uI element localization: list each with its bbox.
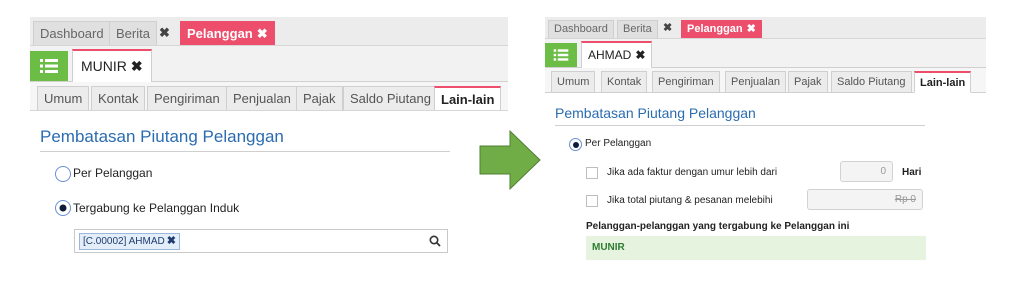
tab-content: Pembatasan Piutang Pelanggan Per Pelangg… (545, 93, 986, 262)
search-icon[interactable] (429, 235, 441, 247)
tab-label: Dashboard (40, 26, 104, 41)
record-tab[interactable]: AHMAD ✖ (581, 41, 653, 69)
subtab-pengiriman[interactable]: Pengiriman (652, 71, 720, 93)
subtab-penjualan[interactable]: Penjualan (226, 86, 298, 111)
tab-berita[interactable]: Berita (617, 20, 658, 38)
linked-customer-row[interactable]: MUNIR (586, 236, 926, 260)
close-icon[interactable]: ✖ (635, 48, 645, 62)
selected-customer-tag: [C.00002] AHMAD ✖ (79, 233, 180, 250)
subtab-lain-lain[interactable]: Lain-lain (434, 86, 502, 111)
subtab-umum[interactable]: Umum (37, 86, 90, 111)
subtab-penjualan[interactable]: Penjualan (725, 71, 786, 93)
close-icon[interactable]: ✖ (747, 23, 756, 35)
tab-label: Berita (116, 26, 150, 41)
checkbox-label: Jika total piutang & pesanan melebihi (607, 195, 773, 206)
tab-label: Pelanggan (187, 26, 253, 41)
record-tab[interactable]: MUNIR ✖ (72, 49, 152, 83)
subtab-kontak[interactable]: Kontak (601, 71, 648, 93)
subtab-saldo-piutang[interactable]: Saldo Piutang (343, 86, 438, 111)
close-icon[interactable]: ✖ (663, 21, 672, 34)
record-tab-label: MUNIR (81, 58, 127, 74)
record-tab-bar: AHMAD ✖ (545, 39, 986, 69)
tab-berita[interactable]: Berita (109, 21, 157, 45)
radio-per-pelanggan[interactable] (55, 166, 71, 182)
subtab-pajak[interactable]: Pajak (296, 86, 343, 111)
record-tab-label: AHMAD (588, 48, 632, 62)
divider (40, 151, 450, 152)
checkbox-label: Jika ada faktur dengan umur lebih dari (607, 167, 778, 178)
close-icon[interactable]: ✖ (159, 25, 170, 41)
tab-label: Berita (623, 23, 652, 35)
tab-dashboard[interactable]: Dashboard (33, 21, 111, 45)
menu-button[interactable] (545, 43, 577, 67)
remove-tag-icon[interactable]: ✖ (167, 235, 176, 247)
subtab-umum[interactable]: Umum (551, 71, 596, 93)
sub-tab-bar: Umum Kontak Pengiriman Penjualan Pajak S… (545, 68, 986, 93)
amount-input[interactable]: Rp 0 (807, 189, 923, 210)
top-tab-bar: Dashboard Berita ✖ Pelanggan ✖ (30, 17, 508, 46)
tab-dashboard[interactable]: Dashboard (548, 20, 614, 38)
menu-button[interactable] (30, 51, 68, 81)
before-screenshot: Dashboard Berita ✖ Pelanggan ✖ MUNIR ✖ Umu… (30, 17, 508, 258)
radio-label: Per Pelanggan (73, 166, 153, 180)
radio-tergabung[interactable] (55, 200, 71, 216)
section-title: Pembatasan Piutang Pelanggan (555, 105, 756, 121)
radio-label: Tergabung ke Pelanggan Induk (73, 201, 240, 215)
subtab-pajak[interactable]: Pajak (788, 71, 828, 93)
menu-icon (40, 59, 58, 73)
after-screenshot: Dashboard Berita ✖ Pelanggan ✖ AHMAD ✖ Umu… (545, 17, 986, 262)
unit-label: Hari (902, 167, 922, 178)
subtab-lain-lain[interactable]: Lain-lain (914, 71, 972, 93)
days-input[interactable]: 0 (840, 161, 893, 182)
tab-label: Dashboard (554, 23, 608, 35)
radio-label: Per Pelanggan (585, 138, 652, 149)
close-icon[interactable]: ✖ (257, 26, 268, 41)
tab-label: Pelanggan (687, 23, 743, 35)
close-icon[interactable]: ✖ (131, 58, 143, 74)
radio-per-pelanggan[interactable] (569, 138, 582, 151)
tab-pelanggan[interactable]: Pelanggan ✖ (180, 21, 275, 45)
checkbox-total-piutang[interactable] (586, 195, 598, 207)
parent-customer-input[interactable]: [C.00002] AHMAD ✖ (74, 229, 448, 253)
menu-icon (553, 49, 569, 61)
tab-content: Pembatasan Piutang Pelanggan Per Pelangg… (30, 110, 508, 258)
arrow-right-icon (479, 129, 541, 191)
checkbox-faktur-umur[interactable] (586, 167, 598, 179)
subtab-saldo-piutang[interactable]: Saldo Piutang (831, 71, 912, 93)
tab-pelanggan[interactable]: Pelanggan ✖ (681, 20, 762, 38)
tag-label: [C.00002] AHMAD (83, 236, 165, 247)
divider (555, 125, 925, 126)
top-tab-bar: Dashboard Berita ✖ Pelanggan ✖ (545, 17, 986, 39)
sub-tab-bar: Umum Kontak Pengiriman Penjualan Pajak S… (30, 82, 508, 111)
record-tab-bar: MUNIR ✖ (30, 46, 508, 83)
linked-customers-heading: Pelanggan-pelanggan yang tergabung ke Pe… (586, 221, 850, 232)
subtab-kontak[interactable]: Kontak (91, 86, 146, 111)
subtab-pengiriman[interactable]: Pengiriman (147, 86, 227, 111)
section-title: Pembatasan Piutang Pelanggan (40, 127, 284, 146)
